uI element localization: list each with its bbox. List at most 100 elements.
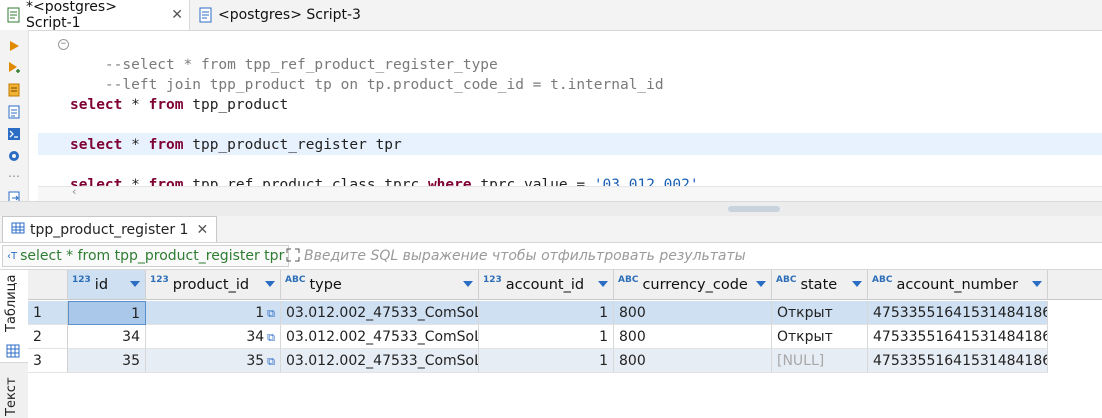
column-header-currency-code[interactable]: ABC currency_code <box>614 270 772 300</box>
filter-bar: ‹T select * from tpp_product_register tp… <box>0 243 1102 270</box>
code-line: select * from tpp_ref_product_class tprc… <box>70 175 699 186</box>
table-cell[interactable]: 800 <box>614 325 772 349</box>
column-name: product_id <box>172 276 250 293</box>
code-token: tpp_product_register tpr <box>183 137 402 153</box>
column-type-badge: 123 <box>150 274 169 285</box>
table-cell[interactable]: Открыт <box>772 301 868 325</box>
table-cell[interactable]: 03.012.002_47533_ComSoLd <box>281 349 479 373</box>
table-cell[interactable]: 03.012.002_47533_ComSoLd <box>281 325 479 349</box>
scroll-left-icon[interactable]: ‹ <box>72 185 76 198</box>
column-header-type[interactable]: ABC type <box>281 270 479 300</box>
column-type-badge: 123 <box>72 274 91 285</box>
panel-splitter[interactable] <box>0 201 1102 217</box>
splitter-grip[interactable] <box>728 206 780 212</box>
column-type-badge: ABC <box>618 274 639 285</box>
code-token: from <box>148 137 184 153</box>
column-header-account-number[interactable]: ABC account_number <box>868 270 1048 300</box>
column-name: id <box>94 276 109 293</box>
code-token: --left join tpp_product tp on tp.product… <box>104 77 664 93</box>
column-header-product-id[interactable]: 123 product_id <box>146 270 281 300</box>
tab-label: <postgres> Script-3 <box>218 7 361 23</box>
chevron-down-icon[interactable] <box>852 281 862 287</box>
column-type-badge: ABC <box>776 274 797 285</box>
sql-icon: ‹T <box>7 250 18 262</box>
table-cell[interactable]: [NULL] <box>772 349 868 373</box>
link-icon[interactable]: ⧉ <box>267 326 275 348</box>
query-text-button[interactable]: ‹T select * from tpp_product_register tp… <box>2 245 290 267</box>
table-cell[interactable]: Открыт <box>772 325 868 349</box>
sql-editor[interactable]: − --select * from tpp_ref_product_regist… <box>38 30 1102 186</box>
row-number[interactable]: 3 <box>28 349 68 373</box>
code-line: --select * from tpp_ref_product_register… <box>70 35 498 73</box>
table-view-label: Таблица <box>4 274 19 333</box>
code-token: from <box>148 177 184 186</box>
column-name: account_number <box>896 276 1019 293</box>
chevron-down-icon[interactable] <box>1032 281 1042 287</box>
chevron-down-icon[interactable] <box>463 281 473 287</box>
table-cell[interactable]: 1 <box>479 325 614 349</box>
code-token: * <box>122 97 149 113</box>
table-cell[interactable]: 35 <box>68 349 146 373</box>
explain-icon[interactable] <box>6 82 22 98</box>
grid-icon <box>6 344 20 362</box>
tab-script-1[interactable]: *<postgres> Script-1 ✕ <box>0 0 190 31</box>
table-cell[interactable]: 800 <box>614 349 772 373</box>
code-token: select <box>70 97 123 113</box>
code-line: select * from tpp_product <box>70 95 288 115</box>
grid-corner[interactable] <box>28 270 68 300</box>
editor-horizontal-scrollbar[interactable]: ‹ <box>38 185 1102 201</box>
column-type-badge: ABC <box>872 274 893 285</box>
table-cell[interactable]: 03.012.002_47533_ComSoLd <box>281 301 479 325</box>
chevron-down-icon[interactable] <box>598 281 608 287</box>
results-tab-label: tpp_product_register 1 <box>30 221 189 238</box>
table-cell[interactable]: 1 <box>479 301 614 325</box>
column-name: state <box>800 276 838 293</box>
column-type-badge: 123 <box>483 274 502 285</box>
code-token: tpp_ref_product_class tprc <box>183 177 428 186</box>
fold-toggle-icon[interactable]: − <box>58 39 69 50</box>
table-cell[interactable]: 800 <box>614 301 772 325</box>
code-token: tprc.value = <box>471 177 594 186</box>
link-icon[interactable]: ⧉ <box>267 302 275 324</box>
close-icon[interactable]: ✕ <box>196 222 208 238</box>
editor-toolbar: ⋯ <box>0 30 29 210</box>
row-number[interactable]: 1 <box>28 301 68 325</box>
table-cell[interactable]: 35 ⧉ <box>146 349 281 373</box>
chevron-down-icon[interactable] <box>130 281 140 287</box>
column-name: account_id <box>505 276 585 293</box>
table-cell[interactable]: 1 <box>479 349 614 373</box>
column-name: type <box>309 276 342 293</box>
filter-input[interactable]: Введите SQL выражение чтобы отфильтроват… <box>304 245 1102 267</box>
settings-icon[interactable] <box>6 148 22 164</box>
table-cell[interactable]: 1 ⧉ <box>146 301 281 325</box>
more-icon[interactable]: ⋯ <box>6 168 22 184</box>
results-tab-bar: tpp_product_register 1 ✕ <box>0 216 1102 243</box>
row-number[interactable]: 2 <box>28 325 68 349</box>
table-cell[interactable]: 475335516415314841861 <box>868 301 1048 325</box>
column-header-state[interactable]: ABC state <box>772 270 868 300</box>
cell-value: 35 <box>246 353 265 369</box>
chevron-down-icon[interactable] <box>265 281 275 287</box>
run-statement-icon[interactable] <box>6 38 22 54</box>
table-cell[interactable]: 34 <box>68 325 146 349</box>
code-token: select <box>70 177 123 186</box>
column-header-id[interactable]: 123 id <box>68 270 146 300</box>
table-cell[interactable]: 34 ⧉ <box>146 325 281 349</box>
tab-results[interactable]: tpp_product_register 1 ✕ <box>2 216 218 242</box>
tab-script-3[interactable]: <postgres> Script-3 <box>192 0 372 30</box>
column-header-account-id[interactable]: 123 account_id <box>479 270 614 300</box>
expand-icon[interactable] <box>286 248 300 266</box>
table-cell[interactable]: 1 <box>68 301 146 325</box>
table-cell[interactable]: 475335516415314841861 <box>868 325 1048 349</box>
terminal-icon[interactable] <box>6 126 22 142</box>
result-view-tabs: Таблица Текст <box>0 270 29 418</box>
code-token: from <box>148 97 184 113</box>
run-script-icon[interactable] <box>6 60 22 76</box>
script-icon[interactable] <box>6 104 22 120</box>
tab-text-view[interactable]: Текст <box>4 377 19 416</box>
chevron-down-icon[interactable] <box>756 281 766 287</box>
table-cell[interactable]: 475335516415314841861 <box>868 349 1048 373</box>
column-type-badge: ABC <box>285 274 306 285</box>
link-icon[interactable]: ⧉ <box>267 350 275 372</box>
close-icon[interactable]: ✕ <box>171 7 183 23</box>
